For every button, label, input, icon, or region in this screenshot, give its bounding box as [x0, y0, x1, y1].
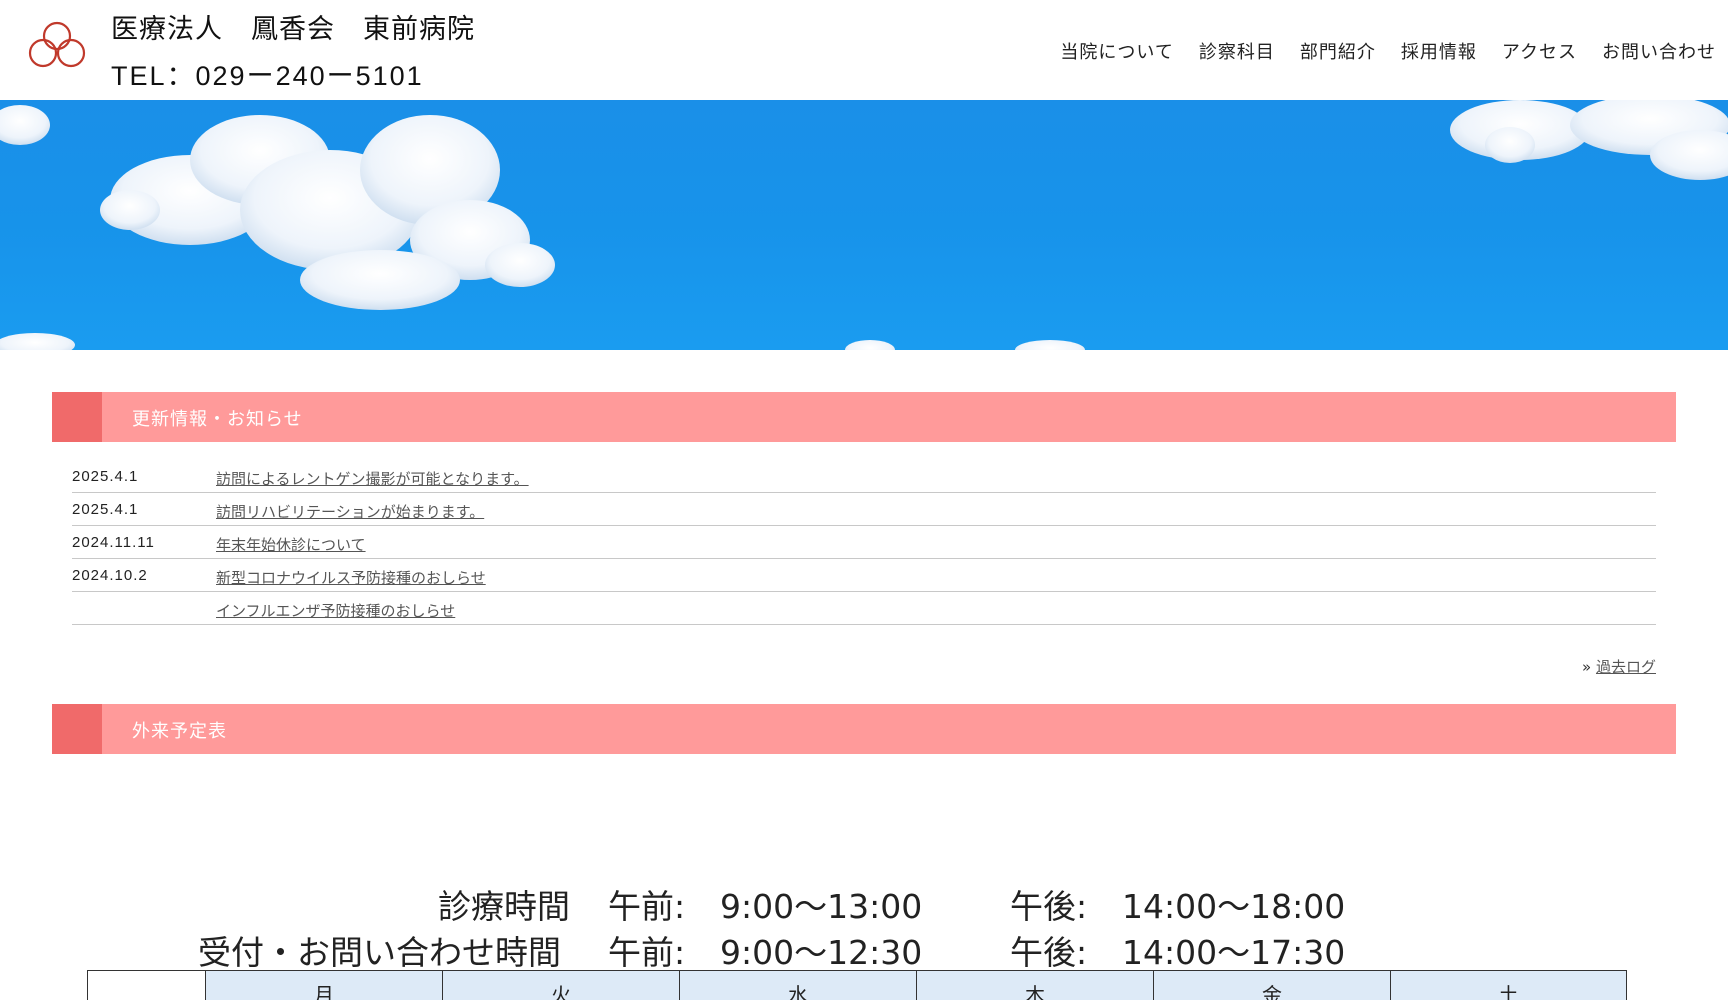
- hospital-tel: TEL：029ー240ー5101: [111, 61, 424, 91]
- section-accent: [52, 392, 102, 442]
- archive-link[interactable]: 過去ログ: [1596, 658, 1656, 676]
- news-date: 2024.11.11: [72, 534, 155, 551]
- news-link[interactable]: 年末年始休診について: [216, 534, 366, 555]
- hours-pm: 14:00～17:30: [1122, 933, 1346, 972]
- news-date: 2025.4.1: [72, 501, 139, 518]
- hours-label: 受付・お問い合わせ時間: [198, 933, 561, 972]
- hours-am-label: 午前:: [608, 933, 686, 972]
- nav-divisions[interactable]: 部門紹介: [1300, 38, 1376, 64]
- news-link[interactable]: 訪問によるレントゲン撮影が可能となります。: [216, 468, 529, 489]
- nav-access[interactable]: アクセス: [1502, 38, 1577, 64]
- news-section-header: 更新情報・お知らせ: [52, 392, 1676, 442]
- table-header-cell: 月: [206, 971, 443, 1000]
- main-nav: 当院について 診察科目 部門紹介 採用情報 アクセス お問い合わせ: [1060, 38, 1716, 64]
- table-header-cell: 木: [917, 971, 1154, 1000]
- hospital-name: 医療法人 鳳香会 東前病院: [111, 14, 475, 45]
- hours-am: 9:00～13:00: [720, 887, 923, 926]
- table-header-cell: 水: [680, 971, 917, 1000]
- nav-departments[interactable]: 診察科目: [1199, 38, 1275, 64]
- hours-am: 9:00～12:30: [720, 933, 923, 972]
- news-date: 2025.4.1: [72, 468, 139, 485]
- hours-label: 診療時間: [438, 887, 570, 926]
- archive-prefix: »: [1582, 658, 1592, 676]
- news-link[interactable]: 新型コロナウイルス予防接種のおしらせ: [216, 567, 486, 588]
- hours-pm: 14:00～18:00: [1122, 887, 1346, 926]
- table-header-cell: [88, 971, 206, 1000]
- nav-contact[interactable]: お問い合わせ: [1602, 38, 1716, 64]
- list-item: 2025.4.1 訪問リハビリテーションが始まります。: [72, 493, 1656, 526]
- list-item: インフルエンザ予防接種のおしらせ: [72, 592, 1656, 625]
- table-header-cell: 金: [1154, 971, 1391, 1000]
- news-link[interactable]: 訪問リハビリテーションが始まります。: [216, 501, 484, 522]
- site-header: 医療法人 鳳香会 東前病院 TEL：029ー240ー5101 当院について 診察…: [0, 0, 1728, 100]
- news-archive: » 過去ログ: [1582, 656, 1656, 677]
- hours-pm-label: 午後:: [1010, 887, 1088, 926]
- list-item: 2025.4.1 訪問によるレントゲン撮影が可能となります。: [72, 460, 1656, 493]
- table-header-cell: 土: [1391, 971, 1626, 1000]
- hours-pm-label: 午後:: [1010, 933, 1088, 972]
- news-list: 2025.4.1 訪問によるレントゲン撮影が可能となります。 2025.4.1 …: [72, 460, 1656, 625]
- news-date: 2024.10.2: [72, 567, 148, 584]
- hero-sky-image: [0, 100, 1728, 350]
- hospital-logo-icon[interactable]: [26, 20, 88, 70]
- section-accent: [52, 704, 102, 754]
- table-header-cell: 火: [443, 971, 680, 1000]
- list-item: 2024.11.11 年末年始休診について: [72, 526, 1656, 559]
- news-title: 更新情報・お知らせ: [132, 409, 303, 430]
- schedule-title: 外来予定表: [132, 721, 227, 742]
- schedule-section-header: 外来予定表: [52, 704, 1676, 754]
- schedule-table: 月 火 水 木 金 土: [87, 970, 1627, 1000]
- list-item: 2024.10.2 新型コロナウイルス予防接種のおしらせ: [72, 559, 1656, 592]
- nav-recruit[interactable]: 採用情報: [1401, 38, 1477, 64]
- hours-am-label: 午前:: [608, 887, 686, 926]
- news-link[interactable]: インフルエンザ予防接種のおしらせ: [216, 600, 455, 621]
- nav-about[interactable]: 当院について: [1060, 38, 1173, 64]
